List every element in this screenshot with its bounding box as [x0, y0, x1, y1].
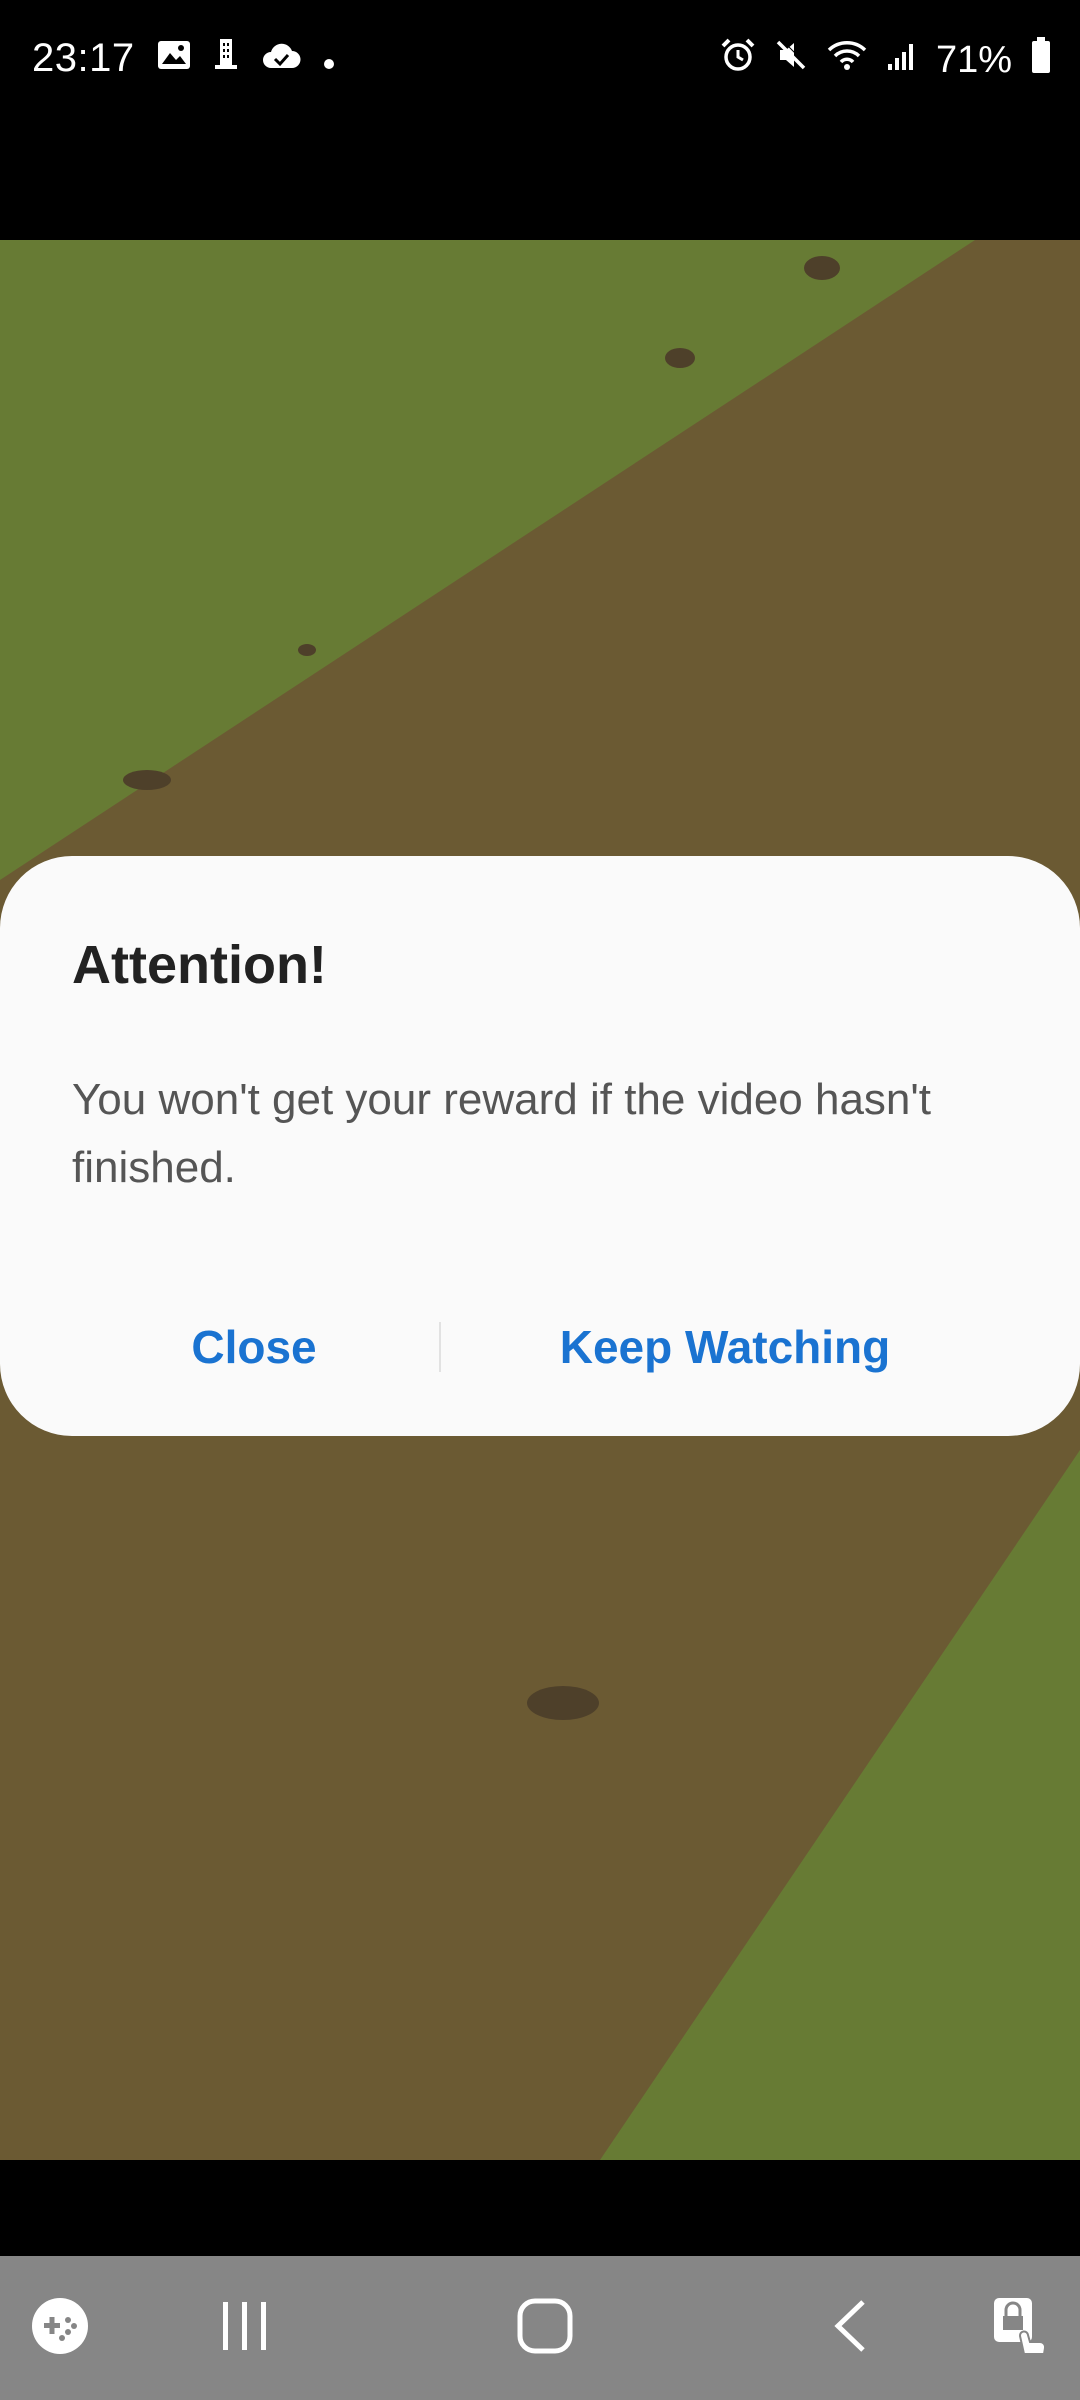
stone: [298, 644, 316, 656]
navigation-bar: [0, 2256, 1080, 2400]
alarm-icon: [720, 37, 756, 83]
status-time: 23:17: [32, 36, 135, 80]
cloud-check-icon: [261, 37, 301, 80]
mute-icon: [774, 38, 808, 82]
lock-touch-icon: [990, 2294, 1050, 2363]
close-button[interactable]: Close: [54, 1292, 454, 1402]
button-divider: [439, 1322, 441, 1372]
stone: [123, 770, 171, 790]
recent-apps-icon: [217, 2300, 273, 2357]
lock-touch-button[interactable]: [980, 2256, 1060, 2400]
home-button[interactable]: [500, 2256, 590, 2400]
status-bar: 23:17 71%: [0, 0, 1080, 120]
stone: [527, 1686, 599, 1720]
back-icon: [830, 2298, 870, 2359]
recent-apps-button[interactable]: [200, 2256, 290, 2400]
dialog-actions: Close Keep Watching: [0, 1292, 1080, 1402]
keep-watching-button[interactable]: Keep Watching: [460, 1292, 990, 1402]
screen: 23:17 71% Attention! You won't get your …: [0, 0, 1080, 2400]
game-tools-button[interactable]: [20, 2256, 100, 2400]
signal-icon: [886, 39, 918, 82]
image-icon: [157, 37, 191, 80]
battery-icon: [1030, 36, 1052, 84]
status-left: 23:17: [32, 36, 335, 81]
building-icon: [213, 37, 239, 81]
dot-icon: [323, 37, 335, 80]
wifi-icon: [826, 38, 868, 82]
back-button[interactable]: [805, 2256, 895, 2400]
stone: [804, 256, 840, 280]
attention-dialog: Attention! You won't get your reward if …: [0, 856, 1080, 1436]
status-right: 71%: [720, 36, 1052, 84]
game-tools-icon: [30, 2296, 90, 2361]
battery-percentage: 71%: [935, 38, 1012, 81]
dialog-message: You won't get your reward if the video h…: [72, 1075, 932, 1192]
home-icon: [517, 2298, 573, 2359]
stone: [665, 348, 695, 368]
dialog-title: Attention!: [72, 935, 327, 995]
